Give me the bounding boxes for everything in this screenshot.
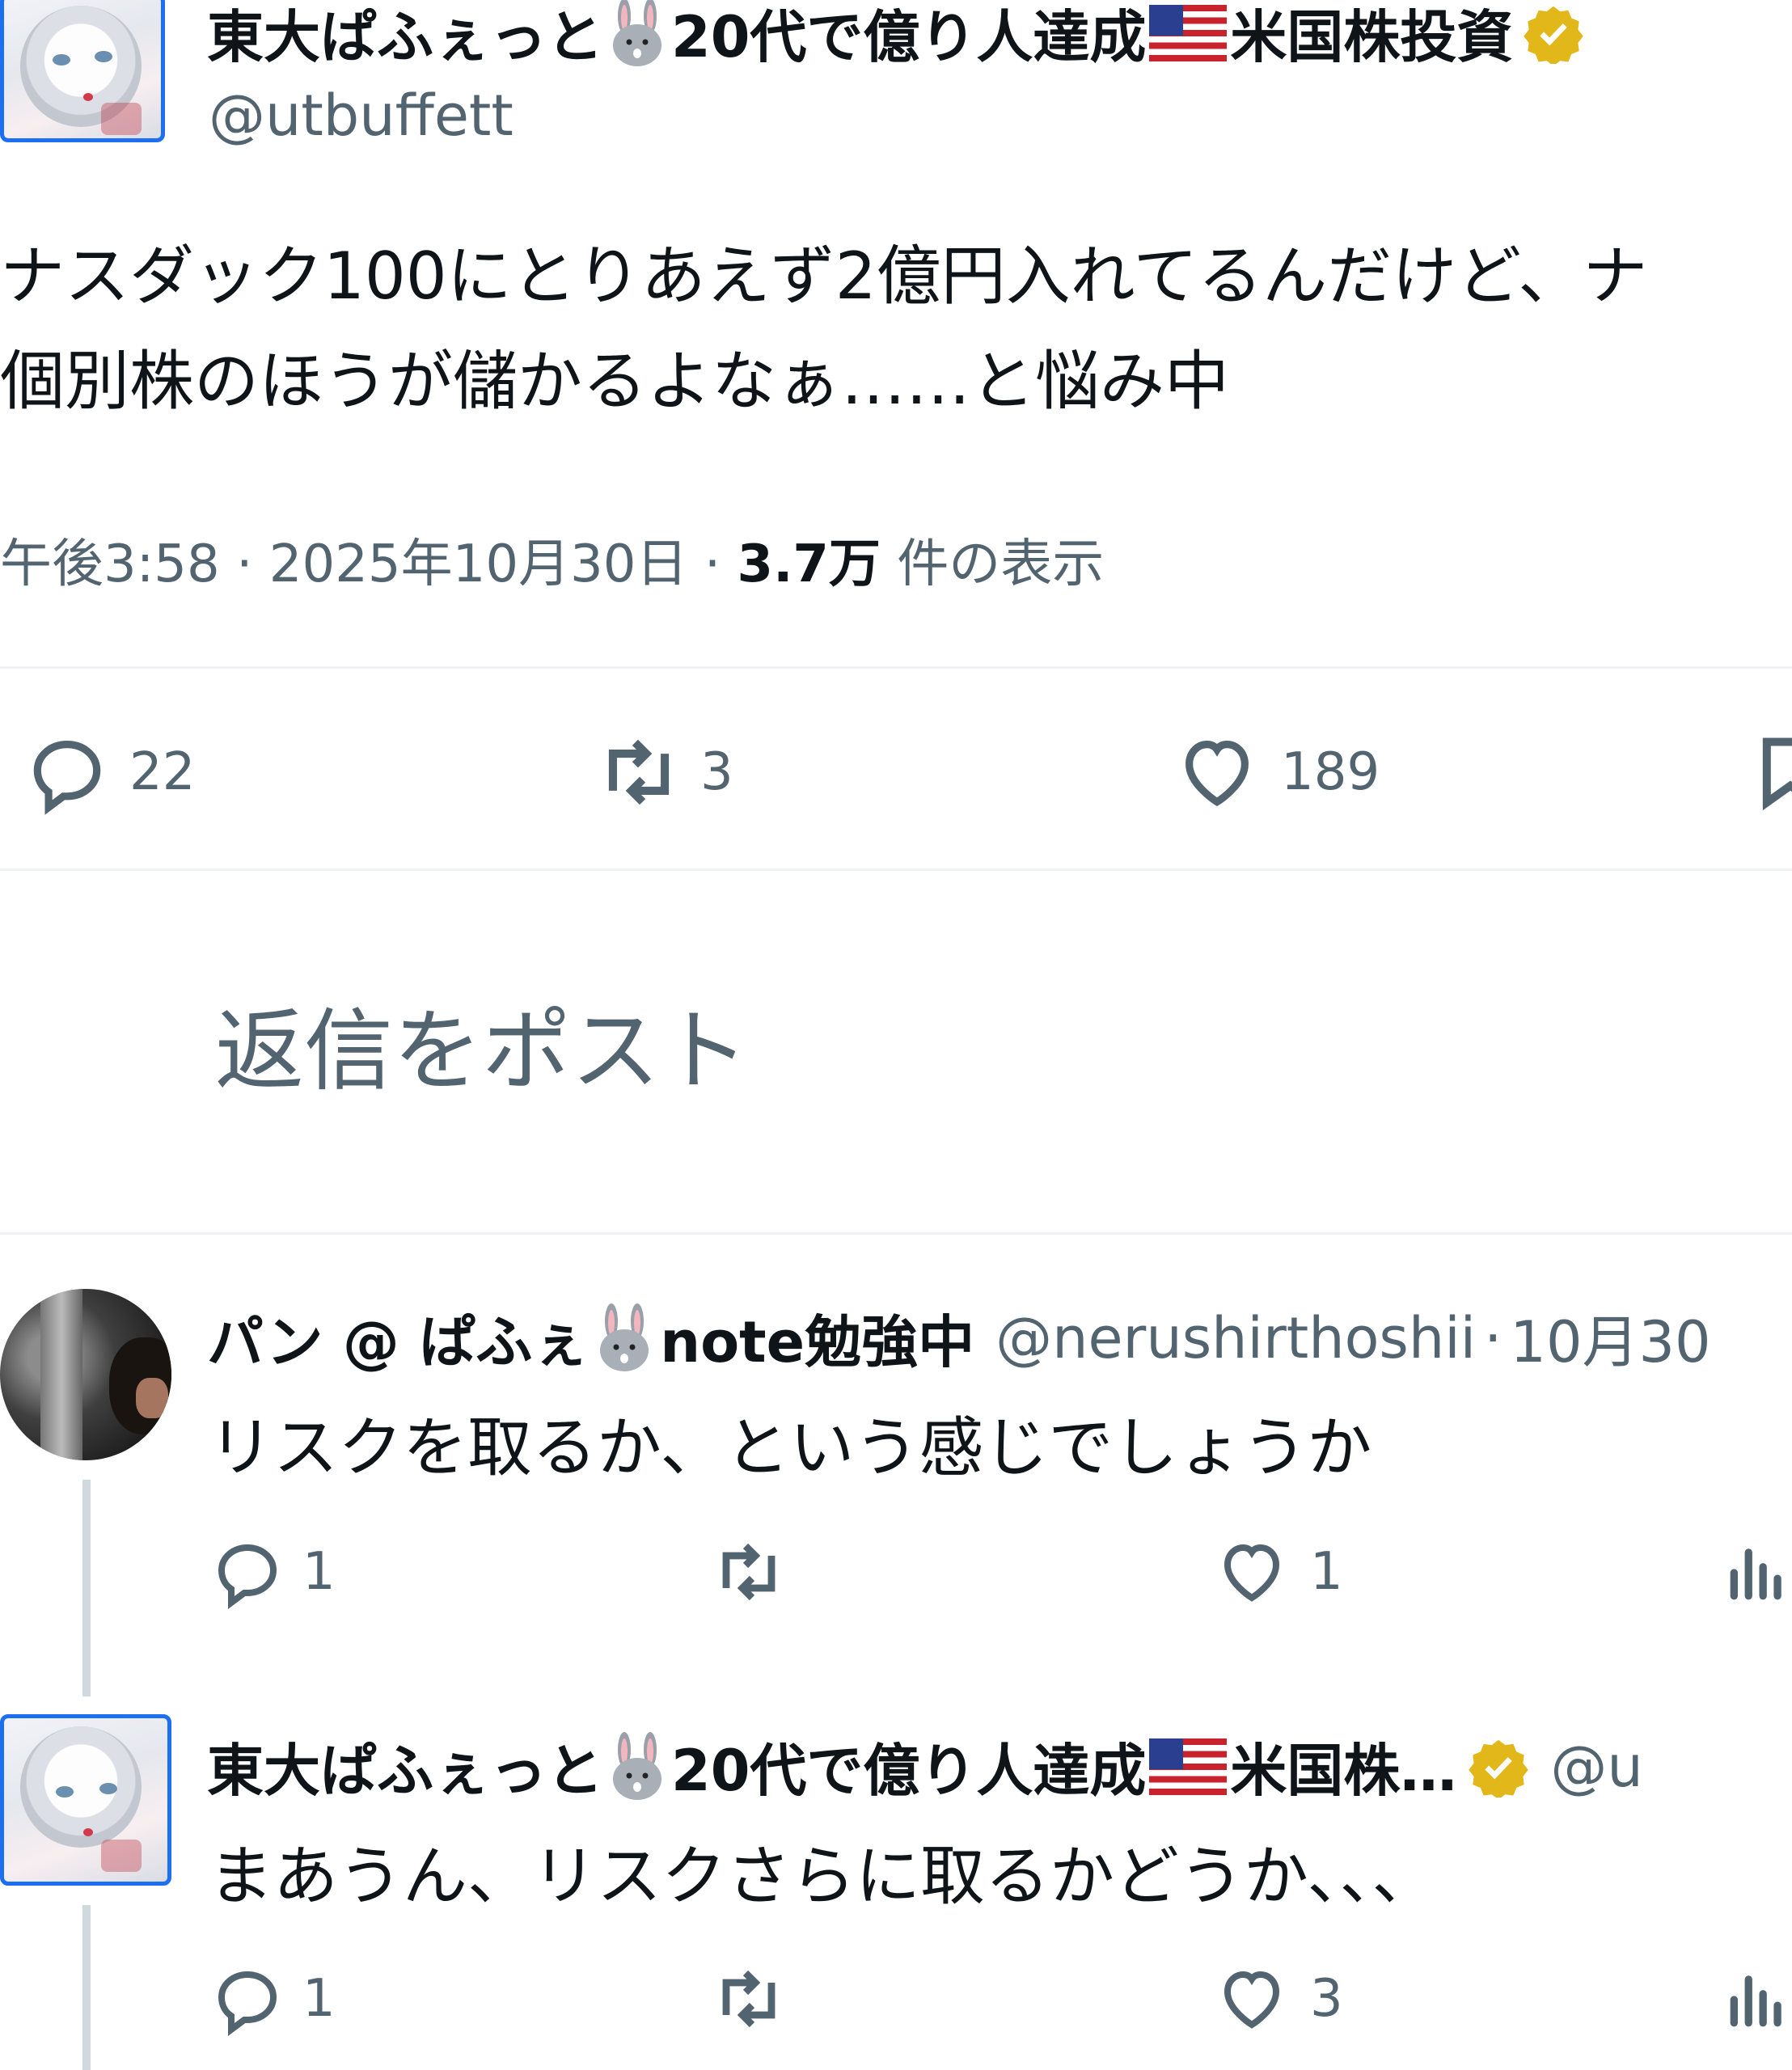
views-count: 3.7万 [737,534,881,594]
reply-icon [218,1971,277,2036]
heart-icon [1224,1544,1280,1602]
post-text-line-1: ナスダック100にとりあえず2億円入れてるんだけど、ナ [0,239,1648,314]
reply-header: パン @ ぱふぇ note勉強中 @nerushirthoshii · 10月3… [207,1297,1711,1379]
analytics-icon [1730,1975,1781,2027]
rabbit-emoji-icon [592,1303,657,1373]
like-button[interactable]: 1 [1213,1533,1343,1611]
author-handle[interactable]: @utbuffett [209,82,514,149]
author-name[interactable]: 東大ぱふぇっと 20代で億り人達成 米国株投資 [207,0,1584,74]
rabbit-emoji-icon [605,0,670,68]
repost-button[interactable]: 3 [590,728,733,817]
reply-composer[interactable]: 返信をポスト [215,978,749,1108]
reply-icon [33,741,101,815]
reply-handle[interactable]: @nerushirthoshii [995,1305,1476,1371]
like-button[interactable]: 3 [1213,1960,1343,2038]
like-button[interactable]: 189 [1173,728,1380,817]
reply-date[interactable]: 10月30 [1510,1297,1710,1379]
bookmark-button[interactable] [1750,728,1792,817]
reply-button[interactable]: 22 [23,728,195,817]
reply-avatar[interactable] [0,1714,171,1886]
reply-button[interactable]: 1 [209,1533,336,1611]
repost-icon [722,1543,776,1601]
repost-button[interactable] [707,1960,791,2038]
repost-icon [722,1970,776,2028]
reply-author-name[interactable]: 東大ぱふぇっと [207,1726,603,1807]
repost-icon [608,739,670,805]
reply-handle[interactable]: @u [1550,1734,1642,1800]
views-label: 件の表示 [897,534,1105,594]
reply-avatar[interactable] [0,1289,171,1460]
verified-badge-icon[interactable] [1468,1736,1529,1798]
analytics-button[interactable] [1722,1963,1792,2036]
analytics-icon [1730,1548,1781,1600]
verified-badge-icon[interactable] [1523,2,1584,64]
rabbit-emoji-icon [605,1731,670,1802]
post-text-line-2: 個別株のほうが儲かるよなぁ……と悩み中 [0,344,1229,419]
heart-icon [1224,1971,1280,2029]
divider [0,868,1792,871]
repost-button[interactable] [707,1533,791,1611]
reply-button[interactable]: 1 [209,1960,336,2038]
thread-line [82,1480,91,1696]
reply-header: 東大ぱふぇっと 20代で億り人達成 米国株… @u [207,1726,1643,1807]
reply-author-name-mid[interactable]: 20代で億り人達成 [671,1726,1146,1807]
thread-line [82,1905,91,2070]
bookmark-icon [1762,737,1792,811]
divider [0,666,1792,669]
us-flag-icon [1149,4,1228,61]
post-date[interactable]: 2025年10月30日 [269,534,688,594]
post-meta: 午後3:58 · 2025年10月30日 · 3.7万 件の表示 [0,534,1105,594]
author-avatar[interactable] [0,0,165,142]
analytics-button[interactable] [1722,1536,1792,1609]
us-flag-icon [1149,1738,1228,1795]
separator-dot: · [1484,1304,1502,1371]
reply-text: リスクを取るか、という感じでしょうか [209,1410,1372,1485]
divider [0,1232,1792,1235]
post-time[interactable]: 午後3:58 [0,534,220,594]
reply-text: まあうん、リスクさらに取るかどうか、、、 [209,1839,1437,1914]
heart-icon [1186,741,1249,807]
reply-author-name-suffix[interactable]: note勉強中 [660,1297,974,1379]
reply-icon [218,1544,277,1609]
reply-author-name[interactable]: パン @ ぱふぇ [207,1297,589,1379]
reply-author-name-suffix[interactable]: 米国株… [1230,1726,1456,1807]
